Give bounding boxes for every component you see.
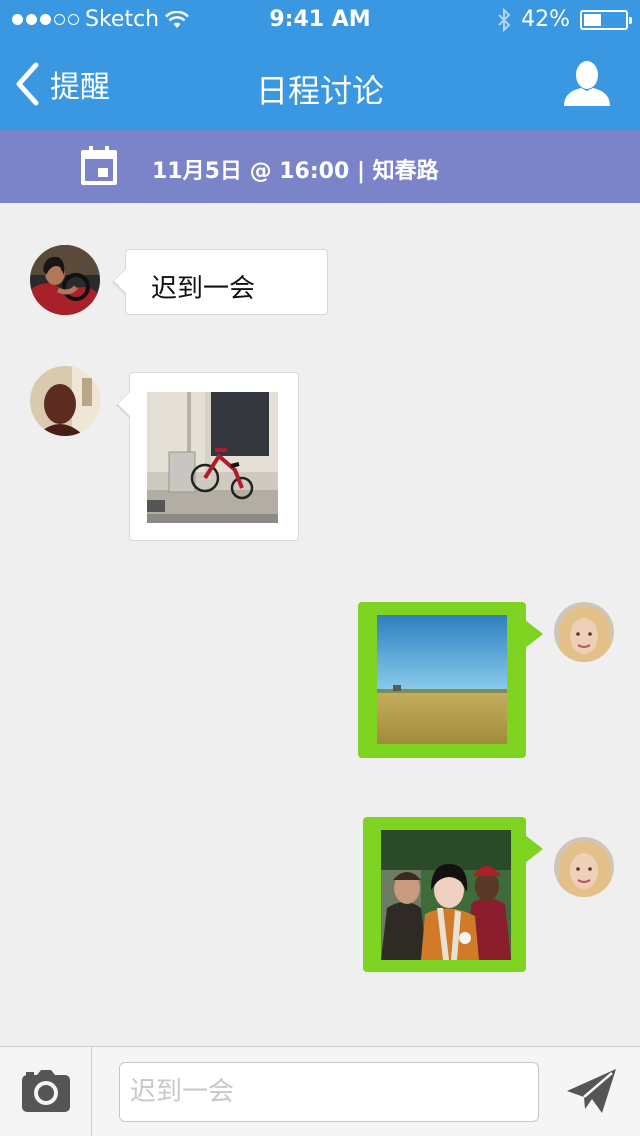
my-avatar[interactable] (554, 837, 614, 897)
event-time: 16:00 (279, 159, 350, 184)
profile-button[interactable] (562, 60, 612, 108)
battery-icon (580, 9, 632, 30)
paper-plane-icon (567, 1069, 616, 1113)
status-right: 42% (497, 7, 632, 32)
bluetooth-icon (498, 7, 511, 32)
calendar-icon (81, 146, 117, 185)
message-bubble[interactable] (116, 372, 299, 541)
send-button[interactable] (566, 1067, 618, 1121)
message-composer (0, 1046, 640, 1136)
camera-icon (22, 1070, 70, 1112)
message-bubble[interactable]: 迟到一会 (112, 249, 328, 315)
message-bubble[interactable] (363, 817, 543, 972)
camera-button[interactable] (0, 1047, 92, 1136)
event-summary: 11月5日 @ 16:00 | 知春路 (152, 153, 439, 185)
message-bubble[interactable] (358, 602, 543, 758)
user-icon (564, 61, 610, 106)
my-avatar[interactable] (554, 602, 614, 662)
navigation-bar: 提醒 日程讨论 (0, 40, 640, 129)
message-photo[interactable] (377, 615, 507, 744)
message-photo[interactable] (147, 392, 278, 523)
back-button[interactable]: 提醒 (14, 62, 110, 106)
message-input[interactable] (119, 1062, 539, 1122)
message-photo[interactable] (381, 830, 511, 960)
sender-avatar[interactable] (30, 245, 100, 315)
chat-area[interactable]: 迟到一会 (0, 203, 640, 1046)
message-text: 迟到一会 (151, 274, 256, 304)
event-date-prefix: 11月5日 @ (152, 159, 280, 184)
back-button-label: 提醒 (50, 70, 110, 105)
event-location: | 知春路 (349, 159, 439, 184)
chevron-left-icon (16, 62, 39, 106)
event-info-bar: 11月5日 @ 16:00 | 知春路 (0, 129, 640, 203)
app-header: Sketch 9:41 AM 42% 提醒 日程讨论 (0, 0, 640, 129)
sender-avatar[interactable] (30, 366, 100, 436)
status-bar: Sketch 9:41 AM 42% (0, 0, 640, 40)
battery-percent: 42% (521, 7, 570, 32)
